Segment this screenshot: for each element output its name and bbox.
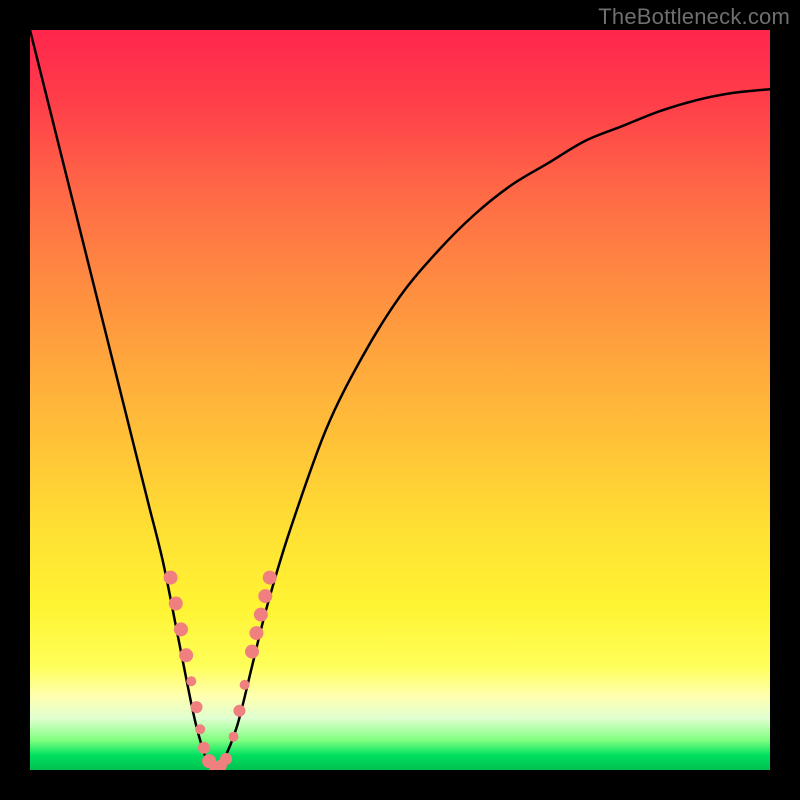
data-marker	[174, 622, 188, 636]
data-marker	[249, 626, 263, 640]
data-marker	[229, 732, 239, 742]
data-marker	[164, 571, 178, 585]
chart-stage: TheBottleneck.com	[0, 0, 800, 800]
bottleneck-curve-chart	[30, 30, 770, 770]
data-marker	[191, 701, 203, 713]
data-marker	[198, 742, 210, 754]
data-marker	[245, 645, 259, 659]
data-marker	[240, 680, 250, 690]
data-marker	[186, 676, 196, 686]
data-marker	[254, 608, 268, 622]
data-marker	[258, 589, 272, 603]
data-marker	[233, 705, 245, 717]
data-marker	[263, 571, 277, 585]
data-marker	[220, 753, 232, 765]
watermark-text: TheBottleneck.com	[598, 4, 790, 30]
plot-area	[30, 30, 770, 770]
curve-path	[30, 30, 770, 770]
data-marker	[169, 597, 183, 611]
data-marker	[195, 724, 205, 734]
data-marker	[179, 648, 193, 662]
